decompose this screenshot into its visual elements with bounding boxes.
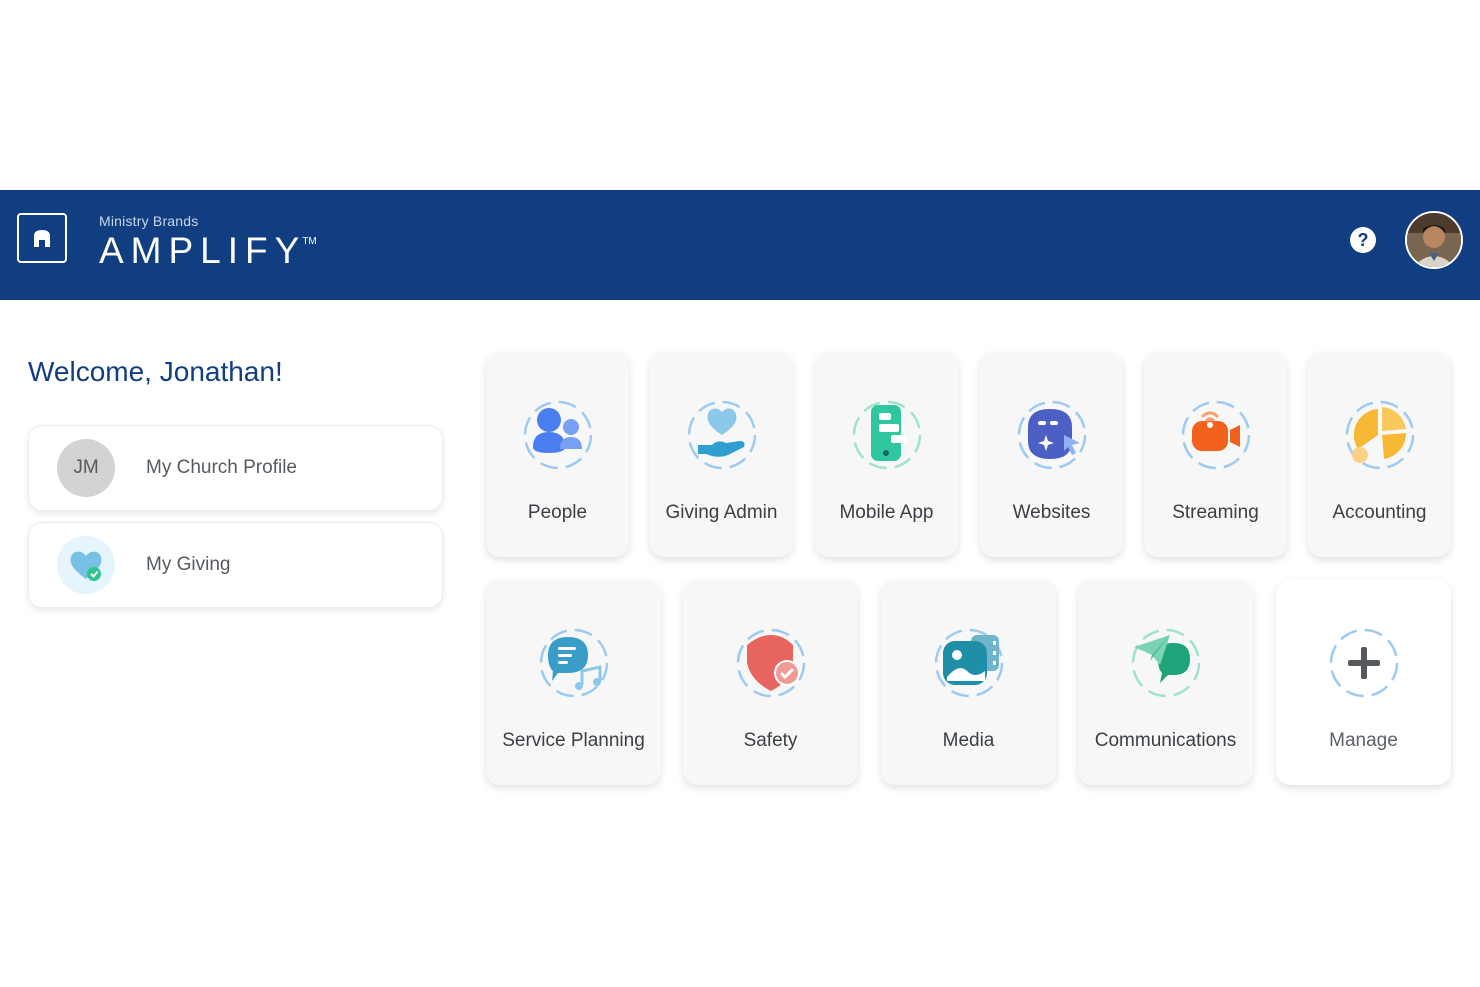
people-icon — [520, 397, 596, 473]
app-tile-service-planning[interactable]: Service Planning — [486, 580, 661, 785]
app-tile-giving-admin[interactable]: Giving Admin — [650, 352, 793, 557]
app-tile-media[interactable]: Media — [881, 580, 1056, 785]
app-label: Mobile App — [839, 502, 934, 523]
avatar-photo-icon — [1407, 213, 1461, 267]
my-church-profile-card[interactable]: JM My Church Profile — [28, 425, 443, 511]
brand-logo: AMPLIFYTM — [99, 230, 321, 272]
brand-subtitle: Ministry Brands — [99, 213, 199, 229]
website-icon — [1014, 397, 1090, 473]
paper-plane-chat-icon — [1128, 625, 1204, 701]
user-avatar[interactable] — [1405, 211, 1463, 269]
mobile-app-icon — [849, 397, 925, 473]
app-label: Safety — [743, 730, 798, 751]
heart-check-icon — [57, 536, 115, 594]
media-gallery-icon — [931, 625, 1007, 701]
app-label: Media — [942, 730, 995, 751]
help-button[interactable]: ? — [1350, 227, 1376, 253]
home-button[interactable] — [17, 213, 67, 263]
app-label: People — [527, 502, 588, 523]
plus-icon — [1326, 625, 1402, 701]
initials-avatar: JM — [57, 439, 115, 497]
app-label: Service Planning — [502, 730, 645, 751]
app-tile-safety[interactable]: Safety — [683, 580, 858, 785]
shield-check-icon — [733, 625, 809, 701]
app-tile-streaming[interactable]: Streaming — [1144, 352, 1287, 557]
app-label: Accounting — [1332, 502, 1427, 523]
hand-heart-icon — [684, 397, 760, 473]
top-header: Ministry Brands AMPLIFYTM ? — [0, 190, 1480, 300]
my-giving-card[interactable]: My Giving — [28, 522, 443, 608]
video-camera-icon — [1178, 397, 1254, 473]
chat-music-icon — [536, 625, 612, 701]
my-giving-label: My Giving — [146, 554, 231, 575]
app-tile-communications[interactable]: Communications — [1078, 580, 1253, 785]
pie-chart-icon — [1342, 397, 1418, 473]
home-icon — [34, 230, 50, 247]
brand-trademark: TM — [302, 236, 317, 247]
app-tile-mobile-app[interactable]: Mobile App — [815, 352, 958, 557]
brand-name: AMPLIFY — [99, 230, 307, 271]
app-label: Streaming — [1172, 502, 1259, 523]
app-tile-accounting[interactable]: Accounting — [1308, 352, 1451, 557]
initials: JM — [73, 457, 99, 478]
app-label: Communications — [1094, 730, 1237, 751]
app-tile-websites[interactable]: Websites — [980, 352, 1123, 557]
my-church-profile-label: My Church Profile — [146, 457, 297, 478]
app-label: Giving Admin — [665, 502, 778, 523]
app-label: Manage — [1329, 730, 1398, 751]
app-tile-people[interactable]: People — [486, 352, 629, 557]
app-tile-manage[interactable]: Manage — [1276, 580, 1451, 785]
app-label: Websites — [1012, 502, 1091, 523]
welcome-heading: Welcome, Jonathan! — [28, 356, 283, 387]
